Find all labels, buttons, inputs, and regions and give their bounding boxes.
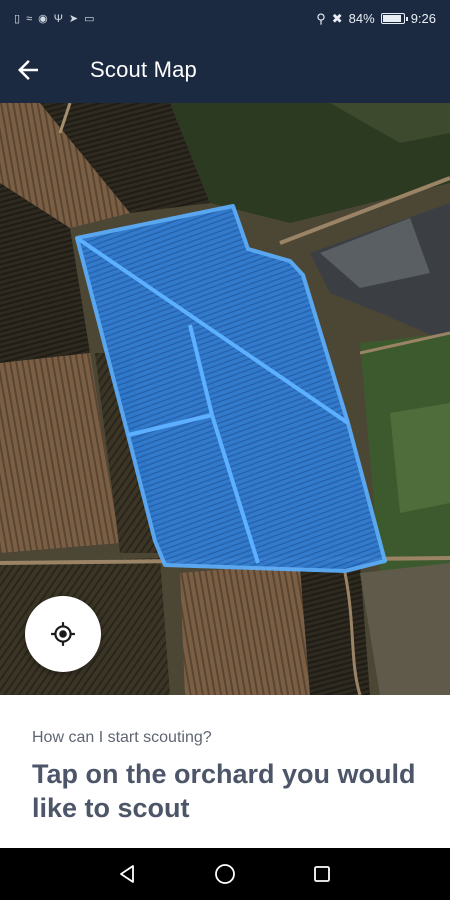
system-nav-bar xyxy=(0,848,450,900)
mute-icon: ✖ xyxy=(331,10,343,26)
circle-home-icon xyxy=(215,864,235,884)
nav-home-button[interactable] xyxy=(205,854,245,894)
battery-percent: 84% xyxy=(348,11,375,26)
page-title: Scout Map xyxy=(90,57,197,82)
square-recents-icon xyxy=(313,866,330,882)
cast-icon: ▭ xyxy=(84,13,95,25)
location-icon: ➤ xyxy=(68,13,79,25)
usb-icon: Ψ xyxy=(53,12,63,25)
battery-icon xyxy=(380,13,408,24)
my-location-button[interactable] xyxy=(25,596,101,672)
nav-back-button[interactable] xyxy=(108,854,148,894)
prompt-question: How can I start scouting? xyxy=(32,729,212,746)
scouting-prompt-panel: How can I start scouting? Tap on the orc… xyxy=(0,695,450,848)
location-icon: ⚲ xyxy=(316,10,326,26)
eye-icon: ◉ xyxy=(38,13,48,25)
sim-icon: ▯ xyxy=(14,13,21,25)
clock: 9:26 xyxy=(410,11,436,26)
my-location-icon xyxy=(51,622,75,646)
prompt-instruction: Tap on the orchard you would like to sco… xyxy=(32,759,416,823)
back-button[interactable] xyxy=(0,42,56,98)
nav-recents-button[interactable] xyxy=(302,854,342,894)
satellite-map[interactable] xyxy=(0,103,450,695)
status-bar: ▯ ≈ ◉ Ψ ➤ ▭ ⚲ ✖ 84% 9:26 xyxy=(0,0,450,37)
status-right-icons: ⚲ ✖ 84% 9:26 xyxy=(316,11,436,27)
triangle-back-icon xyxy=(120,865,135,883)
wifi-icon: ≈ xyxy=(26,12,33,25)
app-bar: Scout Map xyxy=(0,37,450,103)
status-left-icons: ▯ ≈ ◉ Ψ ➤ ▭ xyxy=(14,12,95,26)
arrow-left-icon xyxy=(18,60,38,80)
